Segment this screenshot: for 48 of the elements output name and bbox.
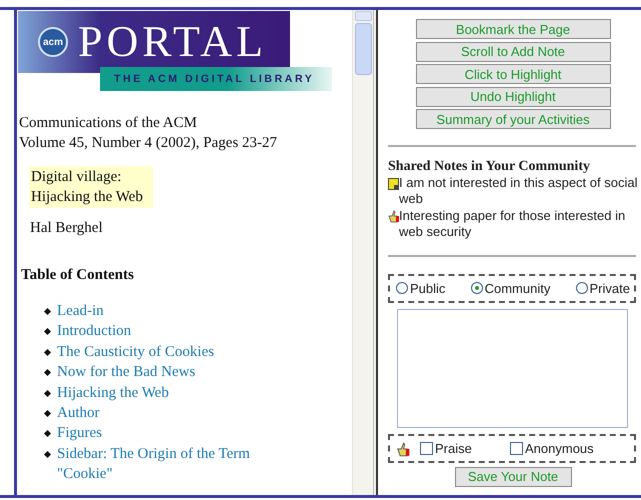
action-button[interactable]: Bookmark the Page — [416, 19, 610, 39]
toc-heading: Table of Contents — [21, 267, 135, 284]
bullet-icon — [44, 348, 51, 356]
action-button[interactable]: Summary of your Activities — [416, 109, 610, 129]
save-button[interactable]: Save Your Note — [454, 466, 572, 486]
bullet-icon — [44, 369, 51, 376]
bullet-icon — [44, 328, 51, 336]
radio-label[interactable]: Public — [410, 280, 446, 296]
bullet-icon — [44, 450, 51, 458]
toc-link[interactable]: Author — [57, 403, 277, 424]
toc-link[interactable]: Introduction — [57, 321, 277, 342]
thumbs-up-icon — [388, 210, 399, 222]
radio-label[interactable]: Community — [484, 280, 550, 296]
toc-link[interactable]: The Causticity of Cookies — [57, 342, 277, 362]
toc-link[interactable]: Sidebar: The Origin of the Term "Cookie" — [57, 444, 277, 485]
issue-info: Volume 45, Number 4 (2002), Pages 23-27 — [18, 134, 278, 153]
action-button[interactable]: Click to Highlight — [416, 64, 610, 84]
checkbox[interactable] — [420, 442, 433, 454]
checkbox-label[interactable]: Praise — [435, 440, 472, 456]
thumbs-up-icon — [396, 442, 410, 456]
logo-subtitle: THE ACM DIGITAL LIBRARY — [100, 67, 332, 91]
note-text: Interesting paper for those interested in web security — [399, 208, 626, 240]
bullet-icon — [44, 308, 51, 315]
radio-button[interactable] — [576, 282, 588, 294]
note-text: I am not interested in this aspect of social web — [399, 174, 638, 208]
logo-title: PORTAL — [78, 20, 267, 64]
toc-link[interactable]: Now for the Bad News — [57, 362, 277, 383]
radio-label[interactable]: Private — [590, 280, 630, 296]
note-icon — [388, 176, 399, 190]
notes-heading: Shared Notes in Your Community — [388, 158, 591, 174]
action-button[interactable]: Scroll to Add Note — [416, 42, 610, 62]
bullet-icon — [44, 430, 51, 438]
radio-button[interactable] — [470, 282, 483, 294]
checkbox[interactable] — [510, 442, 523, 454]
checkbox-label[interactable]: Anonymous — [525, 440, 594, 456]
toc-link[interactable]: Figures — [57, 423, 277, 444]
toc-link[interactable]: Hijacking the Web — [57, 382, 277, 404]
radio-button[interactable] — [396, 282, 408, 294]
toc-link[interactable]: Lead-in — [57, 301, 277, 322]
note-input[interactable] — [396, 308, 628, 428]
scroll-thumb[interactable] — [354, 23, 372, 75]
article-title: Digital village: Hijacking the Web — [29, 166, 153, 208]
action-button[interactable]: Undo Highlight — [416, 86, 610, 106]
logo-badge: acm — [38, 27, 68, 57]
bullet-icon — [44, 390, 51, 397]
bullet-icon — [44, 410, 51, 418]
journal-name: Communications of the ACM — [18, 114, 198, 133]
author-name: Hal Berghel — [30, 220, 104, 237]
